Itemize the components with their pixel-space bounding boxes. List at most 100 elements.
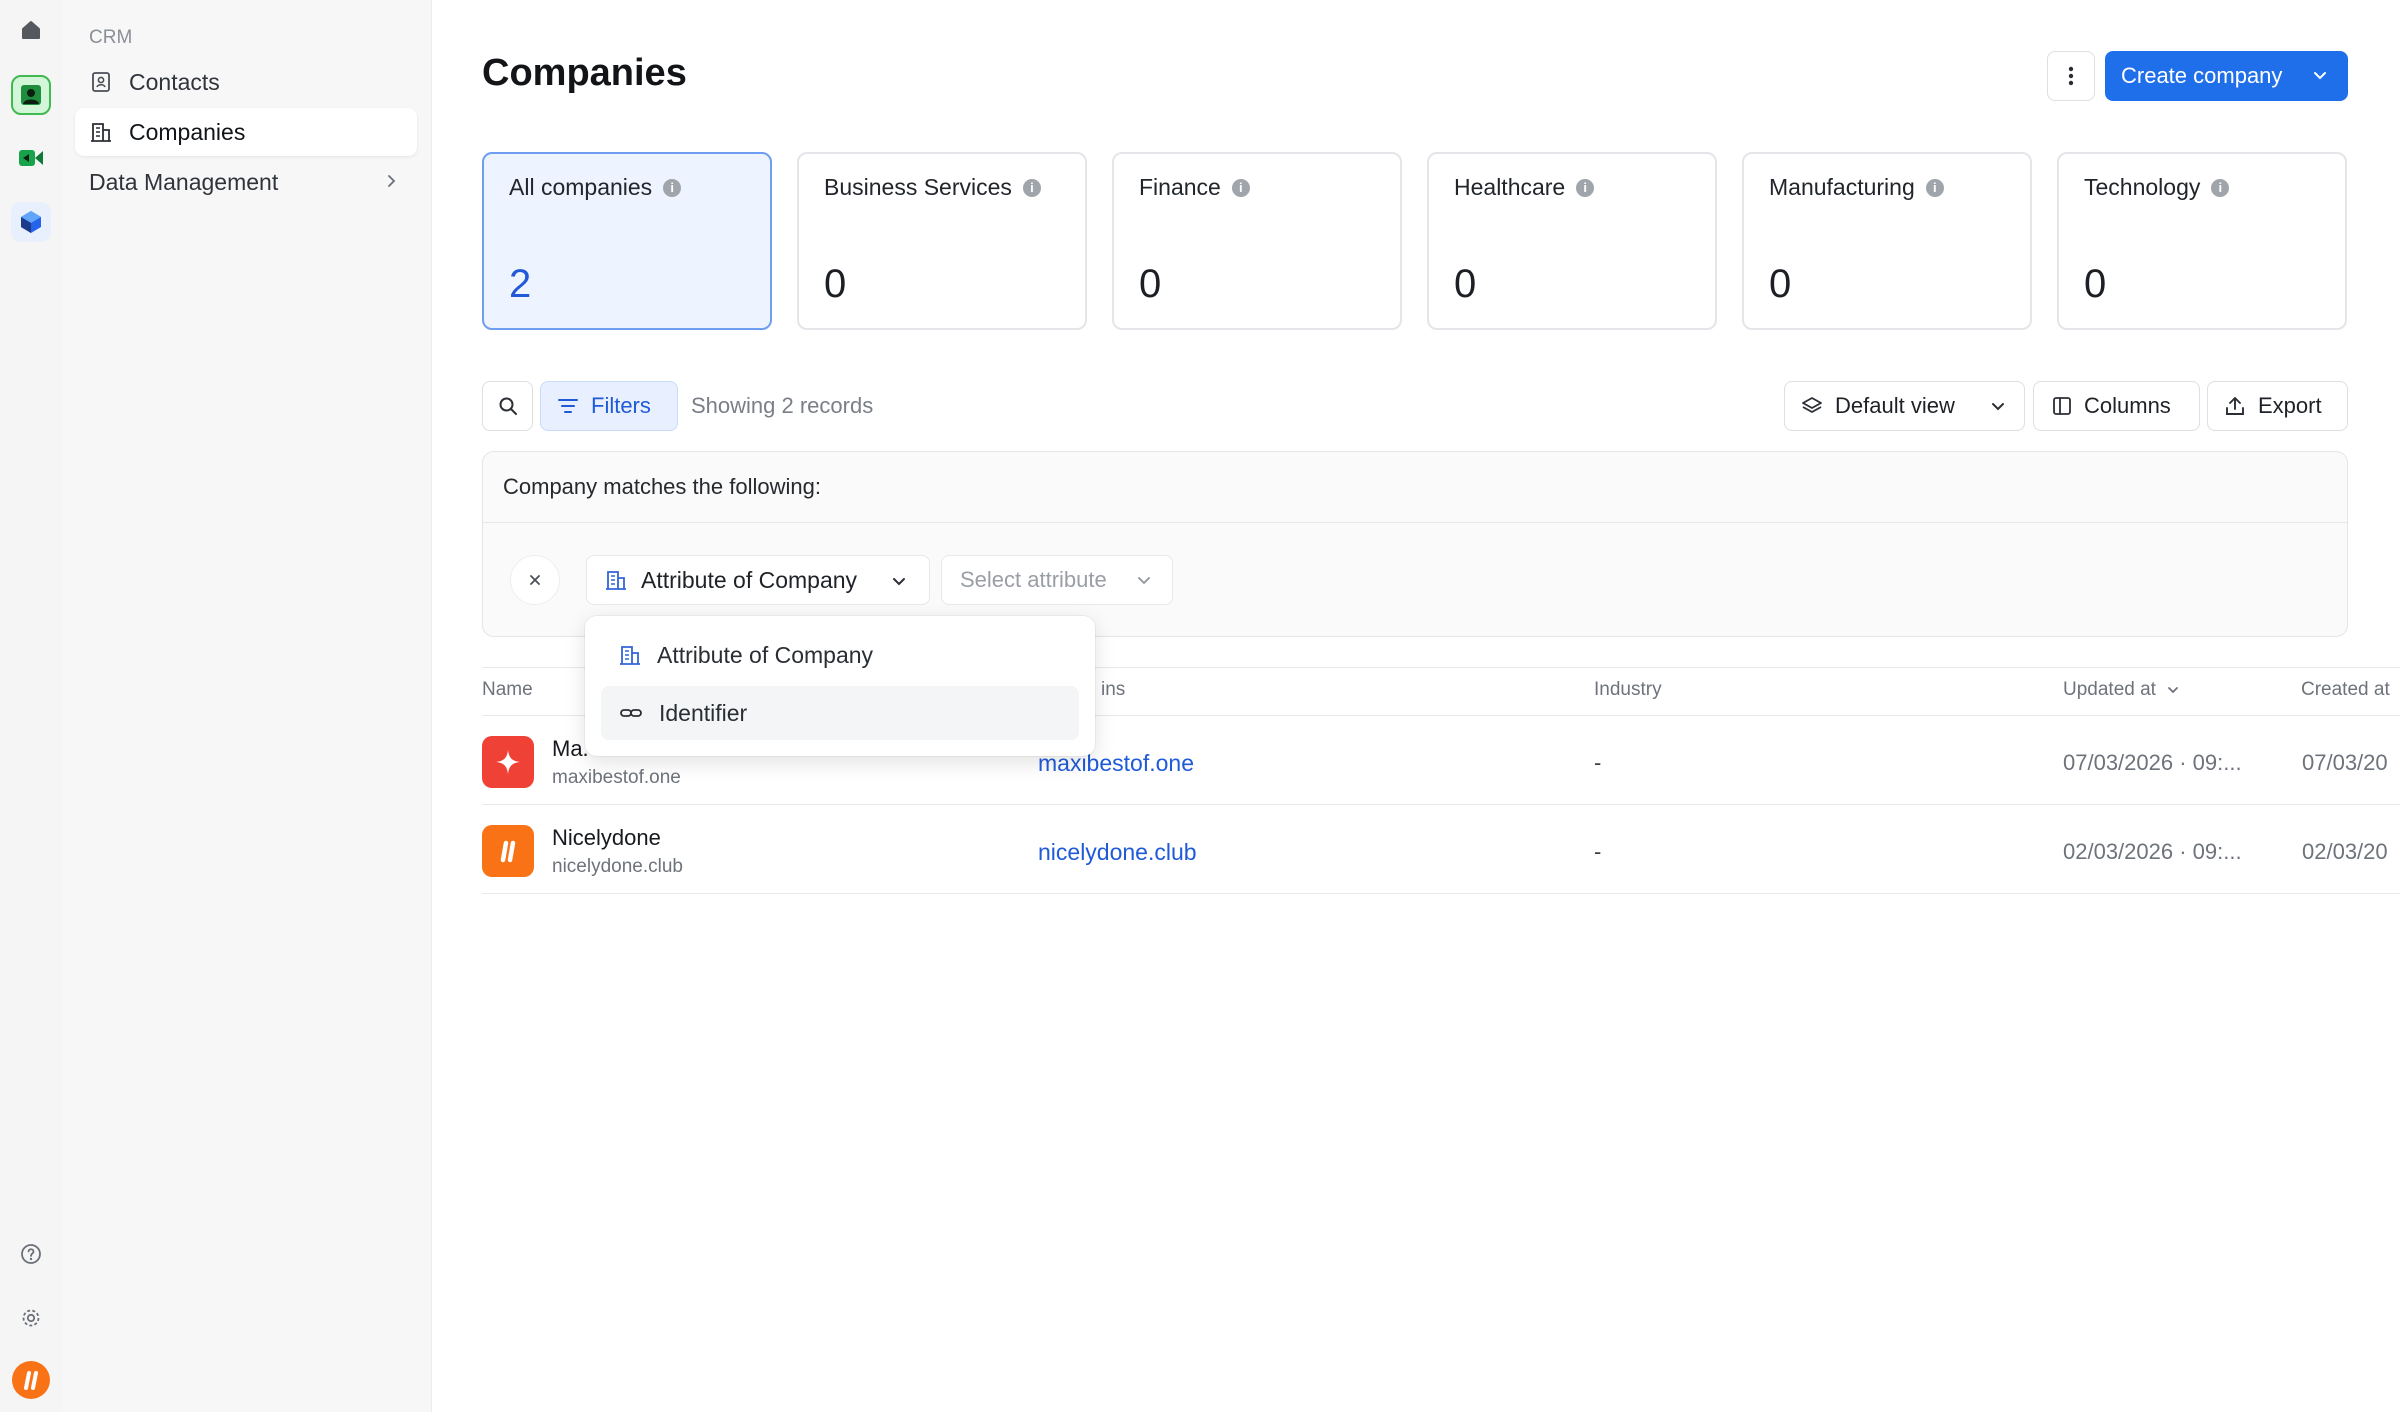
chevron-down-icon [1134, 571, 1154, 597]
sparkle-icon [496, 750, 520, 774]
chevron-down-icon[interactable] [2310, 66, 2330, 92]
segment-card-finance[interactable]: Finance i 0 [1112, 152, 1402, 330]
segment-card-manufacturing[interactable]: Manufacturing i 0 [1742, 152, 2032, 330]
columns-button[interactable]: Columns [2033, 381, 2200, 431]
segment-label: All companies [509, 174, 653, 200]
create-company-button[interactable]: Create company [2105, 51, 2348, 101]
sidebar-item-label: Companies [129, 118, 246, 145]
filter-heading: Company matches the following: [503, 474, 821, 499]
export-label: Export [2258, 393, 2322, 418]
sidebar-item-data-management[interactable]: Data Management [75, 158, 417, 206]
industry-value: - [1594, 750, 1602, 775]
domain-link[interactable]: nicelydone.club [1038, 839, 1197, 866]
create-company-label: Create company [2121, 63, 2283, 88]
nicelydone-logo-icon [500, 840, 516, 863]
sidebar: CRM Contacts Companies Data Management [62, 0, 432, 1412]
segment-card-technology[interactable]: Technology i 0 [2057, 152, 2347, 330]
remove-filter-button[interactable] [510, 555, 560, 605]
search-icon [499, 397, 517, 415]
app-rail [0, 0, 62, 1412]
segment-card-all-companies[interactable]: All companies i 2 [482, 152, 772, 330]
view-label: Default view [1835, 393, 1955, 418]
filter-panel: Company matches the following: Attribute… [482, 451, 2348, 637]
close-icon [530, 575, 540, 585]
cube-app-icon[interactable] [11, 202, 51, 242]
chevron-right-icon [383, 170, 399, 198]
updated-at-value: 02/03/2026 · 09:... [2063, 839, 2242, 864]
settings-icon[interactable] [11, 1298, 51, 1338]
company-domain: maxibestof.one [552, 767, 681, 788]
filter-icon [557, 397, 579, 415]
chevron-down-icon [1988, 397, 2008, 423]
menu-item-attribute-of-company[interactable]: Attribute of Company [601, 628, 1079, 682]
segment-count: 0 [1139, 262, 1162, 306]
info-icon: i [1576, 178, 1595, 197]
column-header-label: ins [1101, 679, 1126, 700]
created-at-value: 07/03/20 [2302, 750, 2388, 775]
segment-label: Technology [2084, 174, 2201, 200]
info-icon: i [1022, 178, 1041, 197]
attribute-source-dropdown[interactable]: Attribute of Company [586, 555, 930, 605]
help-icon[interactable] [11, 1234, 51, 1274]
segment-label: Healthcare [1454, 174, 1566, 200]
updated-at-value: 07/03/2026 · 09:... [2063, 750, 2242, 775]
column-header-name[interactable]: Name [482, 679, 533, 701]
column-header-domains[interactable]: ins [1101, 679, 1125, 701]
upload-icon [2224, 395, 2246, 417]
segment-label: Finance [1139, 174, 1221, 200]
sort-desc-icon [2166, 683, 2180, 697]
menu-item-label: Attribute of Company [657, 641, 874, 668]
company-name: Nicelydone [552, 825, 661, 850]
segment-count: 0 [1454, 262, 1477, 306]
sidebar-item-label: Data Management [89, 168, 279, 195]
filters-label: Filters [591, 393, 651, 418]
layers-icon [1801, 395, 1823, 417]
view-selector-button[interactable]: Default view [1784, 381, 2025, 431]
crm-app-icon[interactable] [11, 75, 51, 115]
sidebar-item-contacts[interactable]: Contacts [75, 58, 417, 106]
company-logo [482, 825, 534, 877]
sidebar-item-companies[interactable]: Companies [75, 108, 417, 156]
created-at-value: 02/03/20 [2302, 839, 2388, 864]
column-header-updated-at[interactable]: Updated at [2063, 679, 2180, 701]
filters-button[interactable]: Filters [540, 381, 678, 431]
column-header-label: Created at [2301, 679, 2390, 700]
chevron-down-icon [889, 571, 909, 598]
home-icon[interactable] [11, 10, 51, 50]
menu-item-identifier[interactable]: Identifier [601, 686, 1079, 740]
company-name: Ma. [552, 736, 589, 761]
records-count: Showing 2 records [691, 393, 874, 418]
columns-label: Columns [2084, 393, 2171, 418]
divider [482, 893, 2400, 894]
segment-label: Manufacturing [1769, 174, 1915, 200]
contact-card-icon [89, 70, 113, 94]
segment-label: Business Services [824, 174, 1012, 200]
search-button[interactable] [482, 381, 533, 431]
segment-count: 0 [1769, 262, 1792, 306]
sidebar-section-label: CRM [89, 27, 133, 48]
segment-card-healthcare[interactable]: Healthcare i 0 [1427, 152, 1717, 330]
select-attribute-dropdown[interactable]: Select attribute [941, 555, 1173, 605]
export-button[interactable]: Export [2207, 381, 2348, 431]
segment-count: 2 [509, 262, 532, 306]
attribute-source-label: Attribute of Company [641, 566, 858, 593]
link-icon [619, 705, 643, 721]
info-icon: i [663, 178, 682, 197]
info-icon: i [2211, 178, 2230, 197]
column-header-industry[interactable]: Industry [1594, 679, 1662, 701]
company-domain: nicelydone.club [552, 856, 683, 877]
more-options-button[interactable] [2047, 51, 2095, 101]
info-icon: i [1925, 178, 1944, 197]
segment-count: 0 [824, 262, 847, 306]
column-header-created-at[interactable]: Created at [2301, 679, 2390, 701]
workspace-logo-icon[interactable] [11, 1360, 51, 1400]
divider [483, 522, 2347, 523]
industry-value: - [1594, 839, 1602, 864]
video-app-icon[interactable] [11, 138, 51, 178]
segment-card-business-services[interactable]: Business Services i 0 [797, 152, 1087, 330]
building-icon [619, 644, 641, 666]
info-icon: i [1231, 178, 1250, 197]
menu-item-label: Identifier [659, 699, 748, 726]
table-row[interactable]: Nicelydone nicelydone.club nicelydone.cl… [482, 805, 2400, 893]
columns-icon [2052, 396, 2072, 416]
